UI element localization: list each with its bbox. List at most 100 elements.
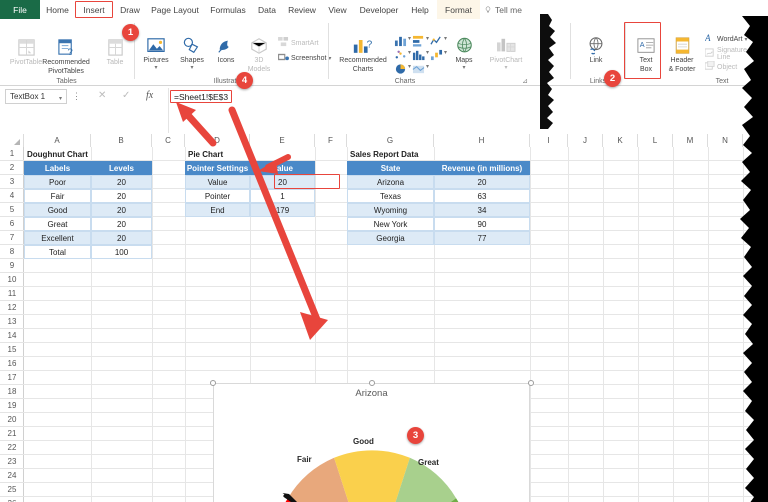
column-header-e[interactable]: E <box>250 134 315 147</box>
waterfall-chart-icon[interactable] <box>430 49 443 63</box>
formula-input[interactable] <box>168 88 764 133</box>
cell-h7[interactable]: 77 <box>434 231 530 245</box>
object-button[interactable]: Object <box>705 61 737 73</box>
chart-handle-ne[interactable] <box>528 380 534 386</box>
cell-b7[interactable]: 20 <box>91 231 152 245</box>
cell-d3[interactable]: Value <box>185 175 250 189</box>
recommended-pivottables-button[interactable]: ? Recommended PivotTables <box>34 35 98 76</box>
name-box-dropdown-icon[interactable]: ▾ <box>59 95 62 102</box>
column-header-l[interactable]: L <box>638 134 673 147</box>
cell-d5[interactable]: End <box>185 203 250 217</box>
line-chart-caret[interactable]: ▾ <box>444 35 447 49</box>
surface-chart-icon[interactable] <box>412 63 425 77</box>
select-all-corner[interactable] <box>0 134 24 147</box>
bar-chart-icon[interactable] <box>412 35 425 49</box>
tab-help[interactable]: Help <box>406 0 434 19</box>
cell-g2-header-state[interactable]: State <box>347 161 434 175</box>
text-box-button[interactable]: A Text Box <box>631 33 661 74</box>
cell-h2-header-revenue[interactable]: Revenue (in millions) <box>434 161 530 175</box>
cell-b4[interactable]: 20 <box>91 189 152 203</box>
row-header-19[interactable]: 19 <box>0 399 24 413</box>
column-header-i[interactable]: I <box>530 134 568 147</box>
column-header-h[interactable]: H <box>434 134 530 147</box>
row-header-18[interactable]: 18 <box>0 385 24 399</box>
cell-d2-header-pointer-settings[interactable]: Pointer Settings <box>185 161 250 175</box>
tab-home[interactable]: Home <box>42 0 73 19</box>
row-header-10[interactable]: 10 <box>0 273 24 287</box>
cell-a7[interactable]: Excellent <box>24 231 91 245</box>
cell-a6[interactable]: Great <box>24 217 91 231</box>
column-header-n[interactable]: N <box>708 134 743 147</box>
column-header-j[interactable]: J <box>568 134 603 147</box>
column-header-d[interactable]: D <box>185 134 250 147</box>
signature-line-button[interactable]: Signature Line ▾ <box>705 47 768 61</box>
line-chart-icon[interactable] <box>430 35 443 49</box>
tell-me-search[interactable]: Tell me <box>484 0 522 19</box>
chart-handle-nw[interactable] <box>210 380 216 386</box>
row-header-7[interactable]: 7 <box>0 231 24 245</box>
row-header-9[interactable]: 9 <box>0 259 24 273</box>
row-header-14[interactable]: 14 <box>0 329 24 343</box>
maps-caret[interactable]: ▾ <box>462 66 465 70</box>
column-header-f[interactable]: F <box>315 134 347 147</box>
tab-insert[interactable]: Insert <box>75 0 113 19</box>
surface-chart-caret[interactable]: ▾ <box>426 63 429 77</box>
cell-h4[interactable]: 63 <box>434 189 530 203</box>
cell-g3[interactable]: Arizona <box>347 175 434 189</box>
cell-g4[interactable]: Texas <box>347 189 434 203</box>
tab-formulas[interactable]: Formulas <box>205 0 251 19</box>
row-header-5[interactable]: 5 <box>0 203 24 217</box>
waterfall-chart-caret[interactable]: ▾ <box>444 49 447 63</box>
cell-b2-header-levels[interactable]: Levels <box>91 161 152 175</box>
row-header-13[interactable]: 13 <box>0 315 24 329</box>
confirm-formula-icon[interactable]: ✓ <box>122 90 130 101</box>
row-header-26[interactable]: 26 <box>0 497 24 502</box>
cell-a4[interactable]: Fair <box>24 189 91 203</box>
cell-d4[interactable]: Pointer <box>185 189 250 203</box>
cell-g5[interactable]: Wyoming <box>347 203 434 217</box>
tab-file[interactable]: File <box>0 0 40 19</box>
row-header-24[interactable]: 24 <box>0 469 24 483</box>
shapes-caret[interactable]: ▾ <box>190 66 193 70</box>
column-chart-caret[interactable]: ▾ <box>408 35 411 49</box>
maps-button[interactable]: Maps ▾ <box>448 33 480 70</box>
row-header-2[interactable]: 2 <box>0 161 24 175</box>
row-header-12[interactable]: 12 <box>0 301 24 315</box>
cell-a1-doughnut-title[interactable]: Doughnut Chart <box>24 147 91 161</box>
histogram-chart-icon[interactable] <box>412 49 425 63</box>
cell-a8[interactable]: Total <box>24 245 91 259</box>
cell-a3[interactable]: Poor <box>24 175 91 189</box>
tab-format[interactable]: Format <box>437 0 480 19</box>
screenshot-button[interactable]: Screenshot ▾ <box>278 52 331 64</box>
row-header-1[interactable]: 1 <box>0 147 24 161</box>
smartart-button[interactable]: SmartArt <box>278 37 319 49</box>
cell-g7[interactable]: Georgia <box>347 231 434 245</box>
row-header-25[interactable]: 25 <box>0 483 24 497</box>
row-header-15[interactable]: 15 <box>0 343 24 357</box>
row-header-22[interactable]: 22 <box>0 441 24 455</box>
cell-b6[interactable]: 20 <box>91 217 152 231</box>
cell-e4[interactable]: 1 <box>250 189 315 203</box>
row-header-21[interactable]: 21 <box>0 427 24 441</box>
tab-view[interactable]: View <box>323 0 352 19</box>
column-header-k[interactable]: K <box>603 134 638 147</box>
link-button[interactable]: Link <box>574 33 618 66</box>
cell-b5[interactable]: 20 <box>91 203 152 217</box>
row-header-16[interactable]: 16 <box>0 357 24 371</box>
column-header-c[interactable]: C <box>152 134 185 147</box>
bar-chart-caret[interactable]: ▾ <box>426 35 429 49</box>
tab-developer[interactable]: Developer <box>354 0 404 19</box>
insert-function-icon[interactable]: fx <box>146 90 153 101</box>
row-header-4[interactable]: 4 <box>0 189 24 203</box>
row-header-3[interactable]: 3 <box>0 175 24 189</box>
column-header-b[interactable]: B <box>91 134 152 147</box>
row-header-17[interactable]: 17 <box>0 371 24 385</box>
wordart-button[interactable]: A WordArt ▾ <box>705 33 748 45</box>
cell-a2-header-labels[interactable]: Labels <box>24 161 91 175</box>
header-footer-button[interactable]: Header & Footer <box>662 33 702 74</box>
row-header-11[interactable]: 11 <box>0 287 24 301</box>
cell-h3[interactable]: 20 <box>434 175 530 189</box>
3d-models-button[interactable]: 3D Models <box>242 33 276 74</box>
recommended-charts-button[interactable]: ? Recommended Charts <box>334 33 392 74</box>
shapes-button[interactable]: Shapes ▾ <box>174 33 210 70</box>
